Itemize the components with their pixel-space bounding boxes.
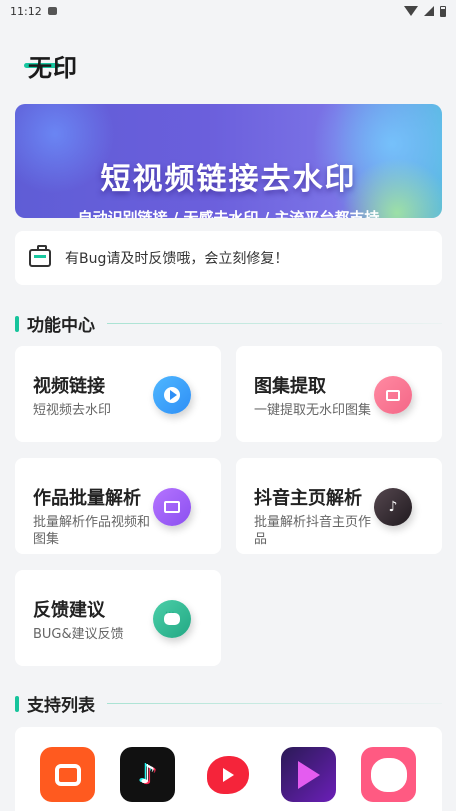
- card-desc: 批量解析抖音主页作品: [254, 515, 372, 547]
- section-divider: [107, 703, 442, 704]
- feature-card-douyin-profile[interactable]: 抖音主页解析 批量解析抖音主页作品 ♪: [236, 458, 442, 554]
- pipixia-icon[interactable]: [361, 747, 416, 802]
- card-title: 抖音主页解析: [254, 488, 362, 509]
- douyin-icon: ♪: [374, 488, 412, 526]
- notice-bar[interactable]: 有Bug请及时反馈哦，会立刻修复！: [15, 231, 442, 285]
- section-accent-bar: [15, 695, 19, 712]
- notification-icon: [47, 7, 57, 15]
- battery-icon: [440, 5, 446, 17]
- briefcase-icon: [29, 245, 51, 267]
- status-icons: [404, 5, 446, 17]
- feature-card-video-link[interactable]: 视频链接 短视频去水印: [15, 346, 221, 442]
- wifi-icon: [404, 6, 418, 16]
- tiktok-icon[interactable]: ♪: [120, 747, 175, 802]
- weishi-icon[interactable]: [200, 747, 255, 802]
- supported-apps-list: ♪: [15, 727, 442, 811]
- section-title: 功能中心: [27, 316, 95, 336]
- feature-card-gallery[interactable]: 图集提取 一键提取无水印图集: [236, 346, 442, 442]
- card-title: 作品批量解析: [33, 488, 141, 509]
- chat-icon: [153, 600, 191, 638]
- card-title: 视频链接: [33, 376, 105, 397]
- section-header-support: 支持列表: [15, 691, 442, 716]
- card-desc: 一键提取无水印图集: [254, 403, 372, 418]
- section-divider: [107, 323, 442, 324]
- section-title: 支持列表: [27, 696, 95, 716]
- film-icon: [153, 488, 191, 526]
- card-desc: 短视频去水印: [33, 403, 112, 418]
- weishi-video-icon[interactable]: [281, 747, 336, 802]
- kuaishou-icon[interactable]: [40, 747, 95, 802]
- feature-card-batch-parse[interactable]: 作品批量解析 批量解析作品视频和图集: [15, 458, 221, 554]
- banner-title: 短视频链接去水印: [100, 162, 357, 197]
- card-desc: 批量解析作品视频和图集: [33, 515, 151, 547]
- status-bar: 11:12: [0, 0, 456, 22]
- status-time: 11:12: [10, 4, 42, 18]
- banner-subtitle: 自动识别链接 / 无感去水印 / 主流平台都支持: [77, 209, 380, 218]
- notice-text: 有Bug请及时反馈哦，会立刻修复！: [65, 251, 289, 267]
- card-title: 图集提取: [254, 376, 326, 397]
- hero-banner[interactable]: 短视频链接去水印 自动识别链接 / 无感去水印 / 主流平台都支持: [15, 104, 442, 218]
- section-header-features: 功能中心: [15, 311, 442, 336]
- section-accent-bar: [15, 315, 19, 332]
- card-title: 反馈建议: [33, 600, 105, 621]
- app-logo: 无印: [28, 54, 78, 82]
- image-icon: [374, 376, 412, 414]
- feature-card-feedback[interactable]: 反馈建议 BUG&建议反馈: [15, 570, 221, 666]
- video-play-icon: [153, 376, 191, 414]
- signal-icon: [424, 6, 434, 16]
- card-desc: BUG&建议反馈: [33, 627, 124, 642]
